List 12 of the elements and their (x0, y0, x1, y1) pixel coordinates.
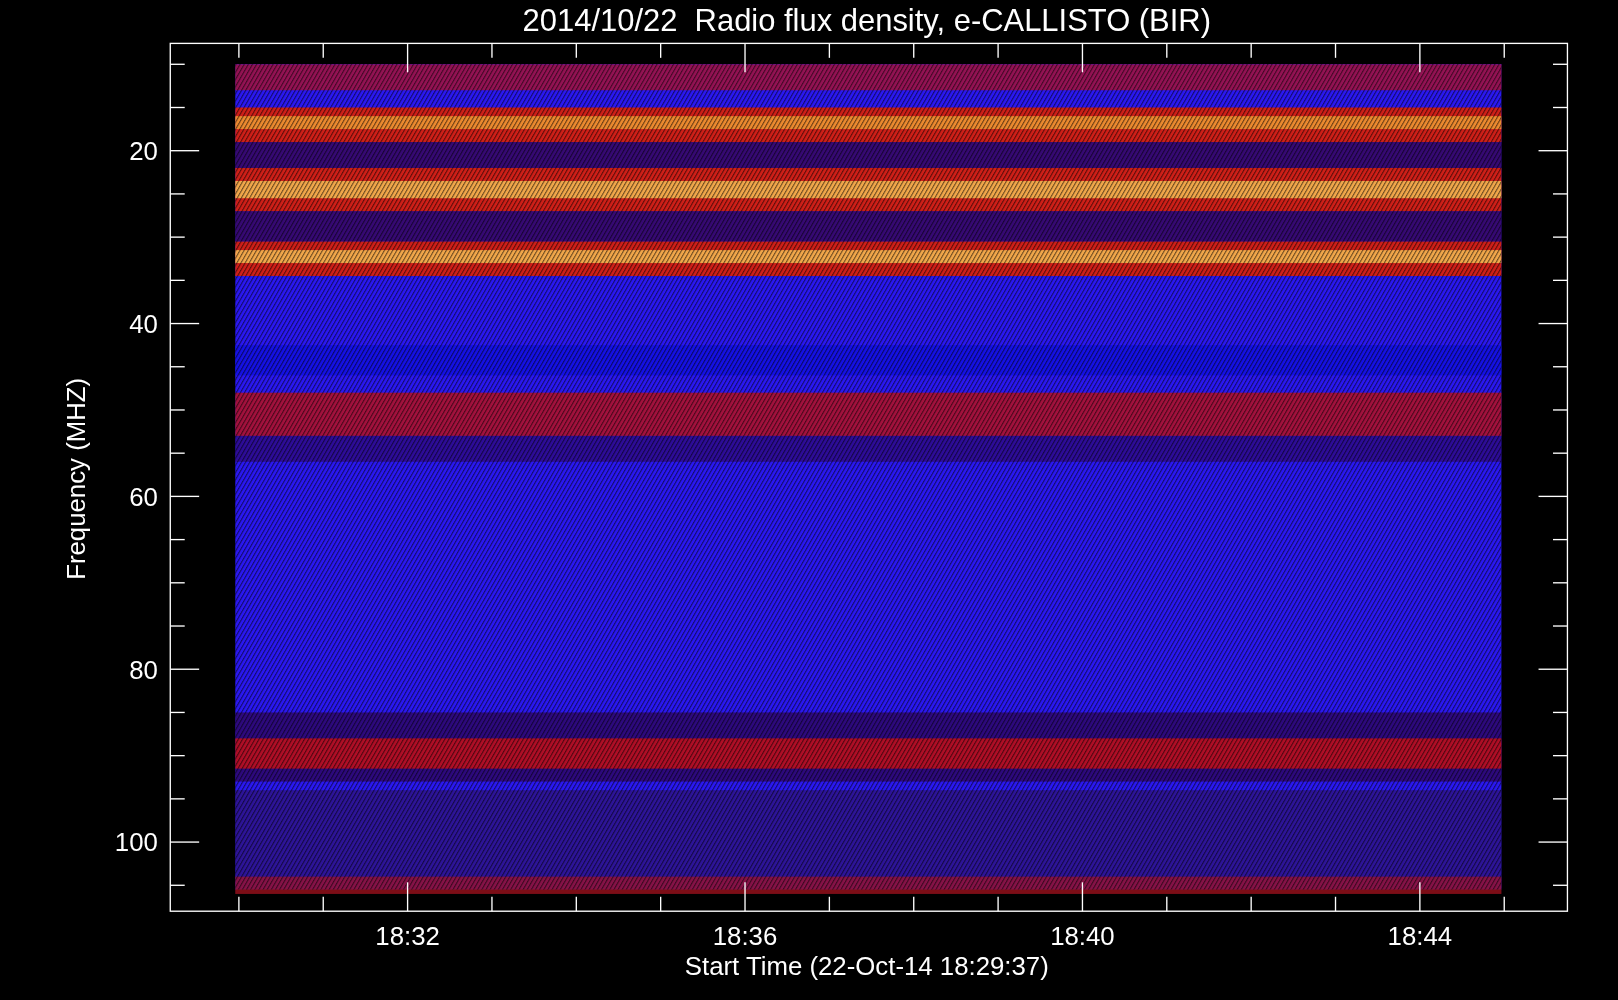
chart-title: 2014/10/22 Radio flux density, e-CALLISTO (BIR) (522, 3, 1211, 38)
y-tick-label: 100 (114, 828, 158, 857)
x-tick-label: 18:40 (1050, 922, 1115, 951)
y-tick-label: 40 (129, 309, 158, 338)
y-tick-label: 60 (129, 482, 158, 511)
x-axis-title: Start Time (22-Oct-14 18:29:37) (684, 952, 1049, 981)
x-tick-label: 18:44 (1387, 922, 1453, 951)
x-tick-label: 18:32 (375, 922, 440, 951)
y-tick-label: 80 (129, 655, 158, 684)
x-tick-label: 18:36 (712, 922, 778, 951)
y-axis-title: Frequency (MHZ) (61, 377, 90, 580)
y-tick-label: 20 (129, 137, 158, 165)
